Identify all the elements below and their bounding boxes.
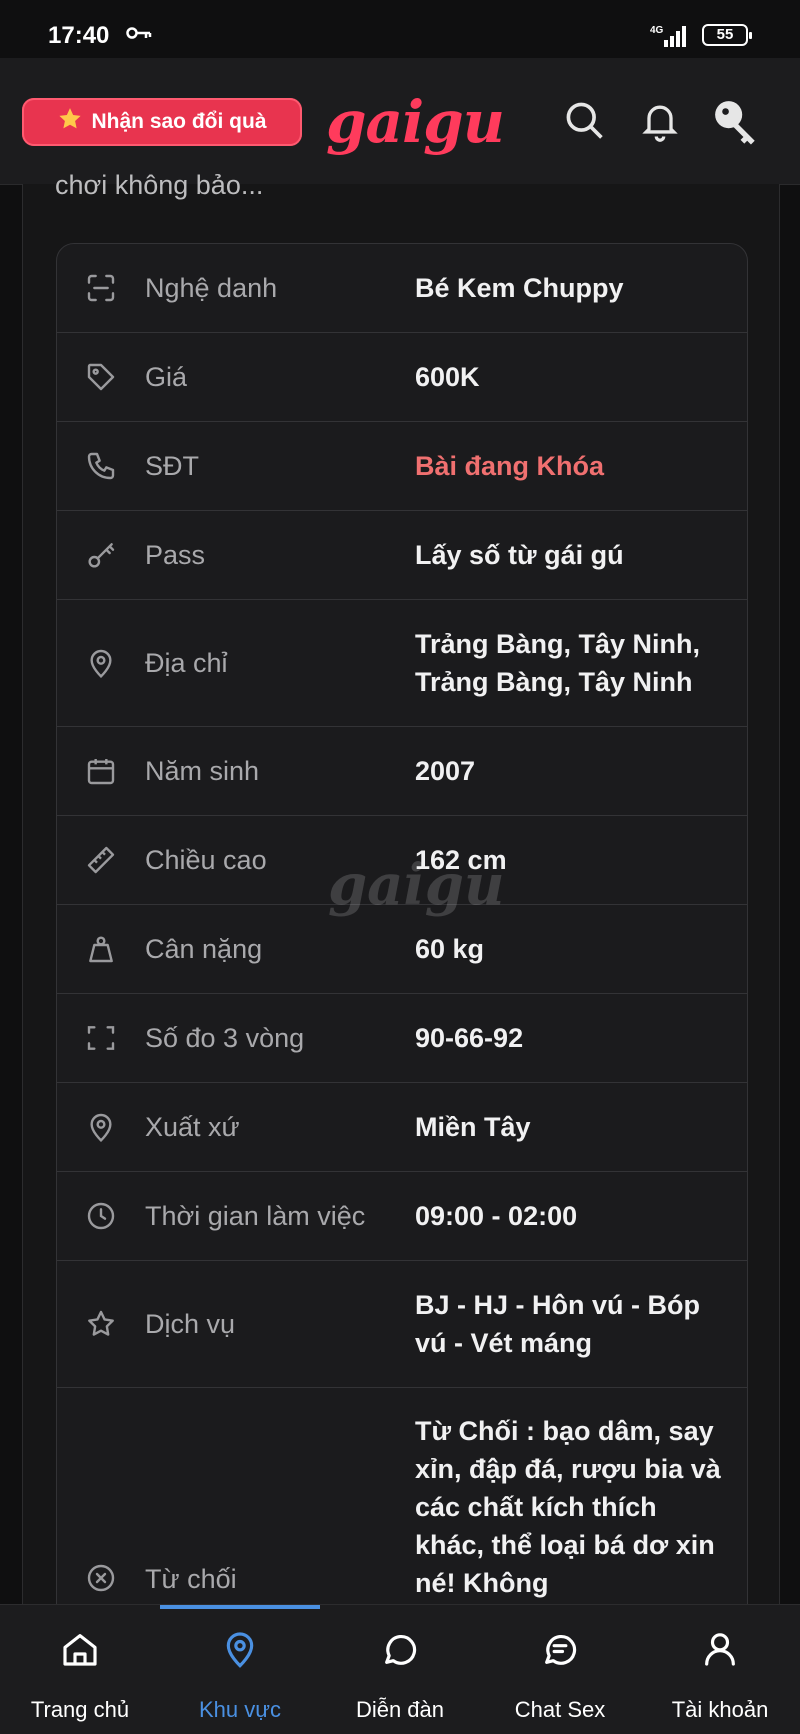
nav-label: Tài khoản <box>671 1697 769 1722</box>
detail-row-working-hours: Thời gian làm việc 09:00 - 02:00 <box>57 1172 747 1261</box>
calendar-icon <box>57 755 145 787</box>
detail-value: Trảng Bàng, Tây Ninh, Trảng Bàng, Tây Ni… <box>415 629 701 697</box>
detail-value: 90-66-92 <box>415 1023 524 1053</box>
search-icon[interactable] <box>562 98 606 142</box>
tag-icon <box>57 361 145 393</box>
vpn-key-icon <box>126 26 152 45</box>
nav-item-area[interactable]: Khu vực <box>160 1605 320 1734</box>
detail-label: Dịch vụ <box>145 1308 236 1339</box>
detail-value: 60 kg <box>415 934 485 964</box>
detail-row-refusals: Từ chối Từ Chối : bạo dâm, say xỉn, đập … <box>57 1388 747 1608</box>
nav-item-chat[interactable]: Chat Sex <box>480 1605 640 1734</box>
key-icon <box>57 539 145 571</box>
signal-icon: 4G <box>650 24 692 53</box>
detail-label: Năm sinh <box>145 755 260 786</box>
detail-label: SĐT <box>145 450 199 481</box>
detail-row-birth-year: Năm sinh 2007 <box>57 727 747 816</box>
nav-label: Chat Sex <box>514 1697 606 1722</box>
map-pin-icon <box>226 1632 254 1668</box>
detail-row-weight: Cân nặng 60 kg <box>57 905 747 994</box>
detail-row-address: Địa chỉ Trảng Bàng, Tây Ninh, Trảng Bàng… <box>57 600 747 727</box>
detail-value: 2007 <box>415 756 476 786</box>
bell-icon[interactable] <box>638 98 682 142</box>
detail-label: Giá <box>145 361 188 392</box>
clock-icon <box>57 1200 145 1232</box>
truncated-description: chơi không bảo... <box>55 170 264 200</box>
detail-value: Miền Tây <box>415 1112 531 1142</box>
bottom-nav: Trang chủ Khu vực Diễn đàn Chat Sex Tài … <box>0 1604 800 1734</box>
detail-row-phone: SĐT Bài đang Khóa <box>57 422 747 511</box>
watermark: gaigu <box>328 852 505 918</box>
detail-value: Bé Kem Chuppy <box>415 273 624 303</box>
detail-value: BJ - HJ - Hôn vú - Bóp vú - Vét máng <box>415 1290 700 1358</box>
detail-row-origin: Xuất xứ Miền Tây <box>57 1083 747 1172</box>
details-table: Nghệ danh Bé Kem Chuppy Giá 600K SĐT Bài… <box>56 243 748 1609</box>
network-type: 4G <box>650 25 664 36</box>
star-badge-icon <box>57 106 83 138</box>
map-pin-icon <box>57 647 145 679</box>
x-circle-icon <box>57 1412 145 1594</box>
detail-value: Từ Chối : bạo dâm, say xỉn, đập đá, rượu… <box>415 1416 721 1598</box>
status-time: 17:40 <box>48 22 110 49</box>
chat-bubble-icon <box>385 1634 417 1665</box>
detail-label: Nghệ danh <box>145 272 278 303</box>
nav-label: Trang chủ <box>30 1697 130 1722</box>
detail-label: Địa chỉ <box>145 647 228 678</box>
battery-indicator: 55 <box>702 24 752 46</box>
detail-row-services: Dịch vụ BJ - HJ - Hôn vú - Bóp vú - Vét … <box>57 1261 747 1388</box>
app-header: Nhận sao đổi quà gaigu <box>0 58 800 185</box>
detail-label: Xuất xứ <box>145 1111 240 1142</box>
map-pin-icon <box>57 1111 145 1143</box>
detail-row-measurements: Số đo 3 vòng 90-66-92 <box>57 994 747 1083</box>
detail-value: Lấy số từ gái gú <box>415 540 624 570</box>
app-logo[interactable]: gaigu <box>326 88 505 156</box>
detail-value-locked: Bài đang Khóa <box>415 451 605 481</box>
detail-label: Từ chối <box>145 1564 237 1594</box>
user-icon <box>705 1633 735 1666</box>
ruler-icon <box>57 844 145 876</box>
home-icon <box>63 1634 97 1666</box>
detail-value: 600K <box>415 362 480 392</box>
scan-icon <box>57 272 145 304</box>
detail-row-stage-name: Nghệ danh Bé Kem Chuppy <box>57 244 747 333</box>
nav-item-account[interactable]: Tài khoản <box>640 1605 800 1734</box>
star-icon <box>57 1308 145 1340</box>
nav-item-forum[interactable]: Diễn đàn <box>320 1605 480 1734</box>
message-icon <box>545 1634 577 1665</box>
key-login-icon[interactable] <box>712 98 762 148</box>
detail-value: 09:00 - 02:00 <box>415 1201 578 1231</box>
detail-row-pass: Pass Lấy số từ gái gú <box>57 511 747 600</box>
detail-label: Cân nặng <box>145 933 263 964</box>
nav-label: Khu vực <box>199 1697 281 1722</box>
frame-icon <box>57 1022 145 1054</box>
detail-label: Thời gian làm việc <box>145 1200 366 1231</box>
nav-label: Diễn đàn <box>355 1697 445 1722</box>
promo-label: Nhận sao đổi quà <box>91 110 267 133</box>
detail-row-price: Giá 600K <box>57 333 747 422</box>
status-bar: 17:40 4G 55 <box>0 0 800 58</box>
promo-button[interactable]: Nhận sao đổi quà <box>22 98 302 146</box>
nav-item-home[interactable]: Trang chủ <box>0 1605 160 1734</box>
detail-label: Số đo 3 vòng <box>145 1022 305 1053</box>
detail-label: Pass <box>145 539 206 570</box>
weight-icon <box>57 933 145 965</box>
phone-icon <box>57 450 145 482</box>
